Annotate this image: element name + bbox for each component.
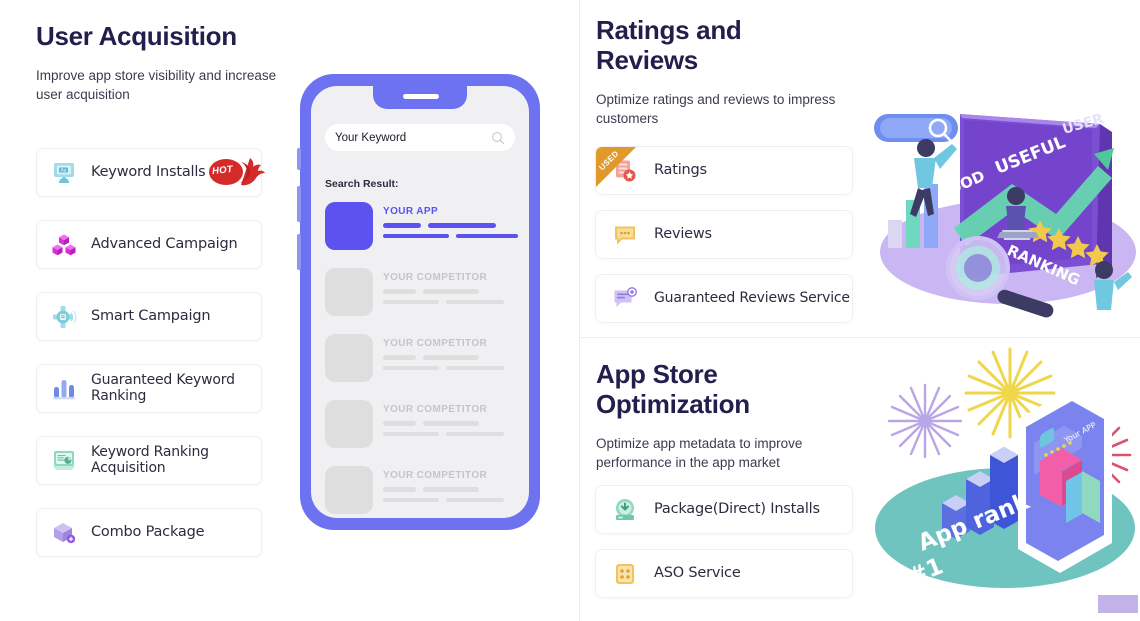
result-app-name: YOUR COMPETITOR xyxy=(383,272,488,283)
page-title-app-store-optimization: App Store Optimization xyxy=(596,359,750,419)
service-card-label: Package(Direct) Installs xyxy=(654,501,820,518)
page-title-user-acquisition: User Acquisition xyxy=(36,21,237,51)
service-card-label: ASO Service xyxy=(654,565,741,582)
ratings-subtitle: Optimize ratings and reviews to impress … xyxy=(596,91,836,127)
app-rank-fireworks-illustration: Your APP App rank #1 xyxy=(870,333,1140,613)
aso-card-list: Package(Direct) Installs ASO Service xyxy=(595,485,853,613)
phone-screen: Your Keyword Search Result: YOUR APP YOU… xyxy=(311,86,529,518)
report-chart-icon xyxy=(51,448,77,474)
search-result-row-your-app[interactable]: YOUR APP xyxy=(325,202,518,256)
cubes-icon xyxy=(51,232,77,258)
service-card-label: Reviews xyxy=(654,226,712,243)
ratings-card-list: USED Ratings Reviews Guaranteed Reviews … xyxy=(595,146,853,338)
review-badge-icon xyxy=(612,286,638,312)
service-card-guaranteed-keyword-ranking[interactable]: Guaranteed Keyword Ranking xyxy=(36,364,262,413)
app-thumbnail xyxy=(325,202,373,250)
app-thumbnail xyxy=(325,268,373,316)
service-card-keyword-ranking-acquisition[interactable]: Keyword Ranking Acquisition xyxy=(36,436,262,485)
user-acquisition-heading-block: User Acquisition Improve app store visib… xyxy=(36,21,286,105)
service-card-label: Guaranteed Keyword Ranking xyxy=(91,371,235,404)
used-badge: USED xyxy=(596,147,638,189)
app-thumbnail xyxy=(325,334,373,382)
service-card-combo-package[interactable]: Combo Package xyxy=(36,508,262,557)
ratings-ranking-illustration: USEFUL GOOD RANKING USER xyxy=(868,92,1138,318)
phone-search-value: Your Keyword xyxy=(335,131,407,144)
search-result-row-competitor[interactable]: YOUR COMPETITOR xyxy=(325,466,517,518)
service-card-label: Advanced Campaign xyxy=(91,236,238,253)
ratings-heading-block: Ratings and Reviews Optimize ratings and… xyxy=(596,15,836,129)
service-card-guaranteed-reviews-service[interactable]: Guaranteed Reviews Service xyxy=(595,274,853,323)
app-thumbnail xyxy=(325,400,373,448)
service-card-package-direct-installs[interactable]: Package(Direct) Installs xyxy=(595,485,853,534)
service-catalog-page: User Acquisition Improve app store visib… xyxy=(0,0,1140,621)
phone-notch xyxy=(373,86,467,109)
result-app-name: YOUR COMPETITOR xyxy=(383,470,488,481)
service-card-label: Ratings xyxy=(654,162,707,179)
keyword-monitor-icon: Aa xyxy=(51,160,77,186)
svg-text:Aa: Aa xyxy=(61,167,67,172)
phone-side-button xyxy=(297,148,301,170)
user-acquisition-card-list: Aa Keyword Installs HOT Advanced Campaig… xyxy=(36,148,265,580)
service-card-label: Keyword Ranking Acquisition xyxy=(91,443,209,476)
service-card-keyword-installs[interactable]: Aa Keyword Installs HOT xyxy=(36,148,265,197)
hot-badge: HOT xyxy=(203,155,265,189)
hot-badge-label: HOT xyxy=(211,163,234,178)
phone-volume-up-button xyxy=(297,186,301,222)
ratings-and-reviews-panel: Ratings and Reviews Optimize ratings and… xyxy=(580,0,1140,338)
phone-volume-down-button xyxy=(297,234,301,270)
service-card-label: Combo Package xyxy=(91,524,205,541)
search-icon[interactable] xyxy=(491,131,505,145)
package-plus-icon xyxy=(51,520,77,546)
app-store-optimization-panel: App Store Optimization Optimize app meta… xyxy=(580,338,1140,621)
phone-mockup: Your Keyword Search Result: YOUR APP YOU… xyxy=(297,74,540,530)
bar-chart-icon xyxy=(51,376,77,402)
result-app-name: YOUR COMPETITOR xyxy=(383,338,488,349)
service-card-smart-campaign[interactable]: Smart Campaign xyxy=(36,292,262,341)
result-app-name: YOUR COMPETITOR xyxy=(383,404,488,415)
phone-search-input[interactable]: Your Keyword xyxy=(325,124,515,151)
aso-heading-block: App Store Optimization Optimize app meta… xyxy=(596,359,836,473)
search-result-row-competitor[interactable]: YOUR COMPETITOR xyxy=(325,334,517,388)
page-title-ratings-reviews: Ratings and Reviews xyxy=(596,15,742,75)
service-card-label: Smart Campaign xyxy=(91,308,211,325)
service-card-reviews[interactable]: Reviews xyxy=(595,210,853,259)
search-result-row-competitor[interactable]: YOUR COMPETITOR xyxy=(325,268,517,322)
app-thumbnail xyxy=(325,466,373,514)
user-acquisition-subtitle: Improve app store visibility and increas… xyxy=(36,67,277,103)
grid-app-icon xyxy=(612,561,638,587)
service-card-label: Guaranteed Reviews Service xyxy=(654,290,850,307)
service-card-aso-service[interactable]: ASO Service xyxy=(595,549,853,598)
search-result-row-competitor[interactable]: YOUR COMPETITOR xyxy=(325,400,517,454)
comment-bubble-icon xyxy=(612,222,638,248)
service-card-advanced-campaign[interactable]: Advanced Campaign xyxy=(36,220,262,269)
smart-gear-icon xyxy=(51,304,77,330)
service-card-ratings[interactable]: USED Ratings xyxy=(595,146,853,195)
service-card-label: Keyword Installs xyxy=(91,164,206,181)
download-package-icon xyxy=(612,497,638,523)
user-acquisition-panel: User Acquisition Improve app store visib… xyxy=(0,0,580,621)
search-result-label: Search Result: xyxy=(325,178,399,190)
aso-subtitle: Optimize app metadata to improve perform… xyxy=(596,435,803,471)
result-app-name: YOUR APP xyxy=(383,206,439,217)
phone-speaker xyxy=(403,94,439,99)
right-panel: Ratings and Reviews Optimize ratings and… xyxy=(580,0,1140,621)
